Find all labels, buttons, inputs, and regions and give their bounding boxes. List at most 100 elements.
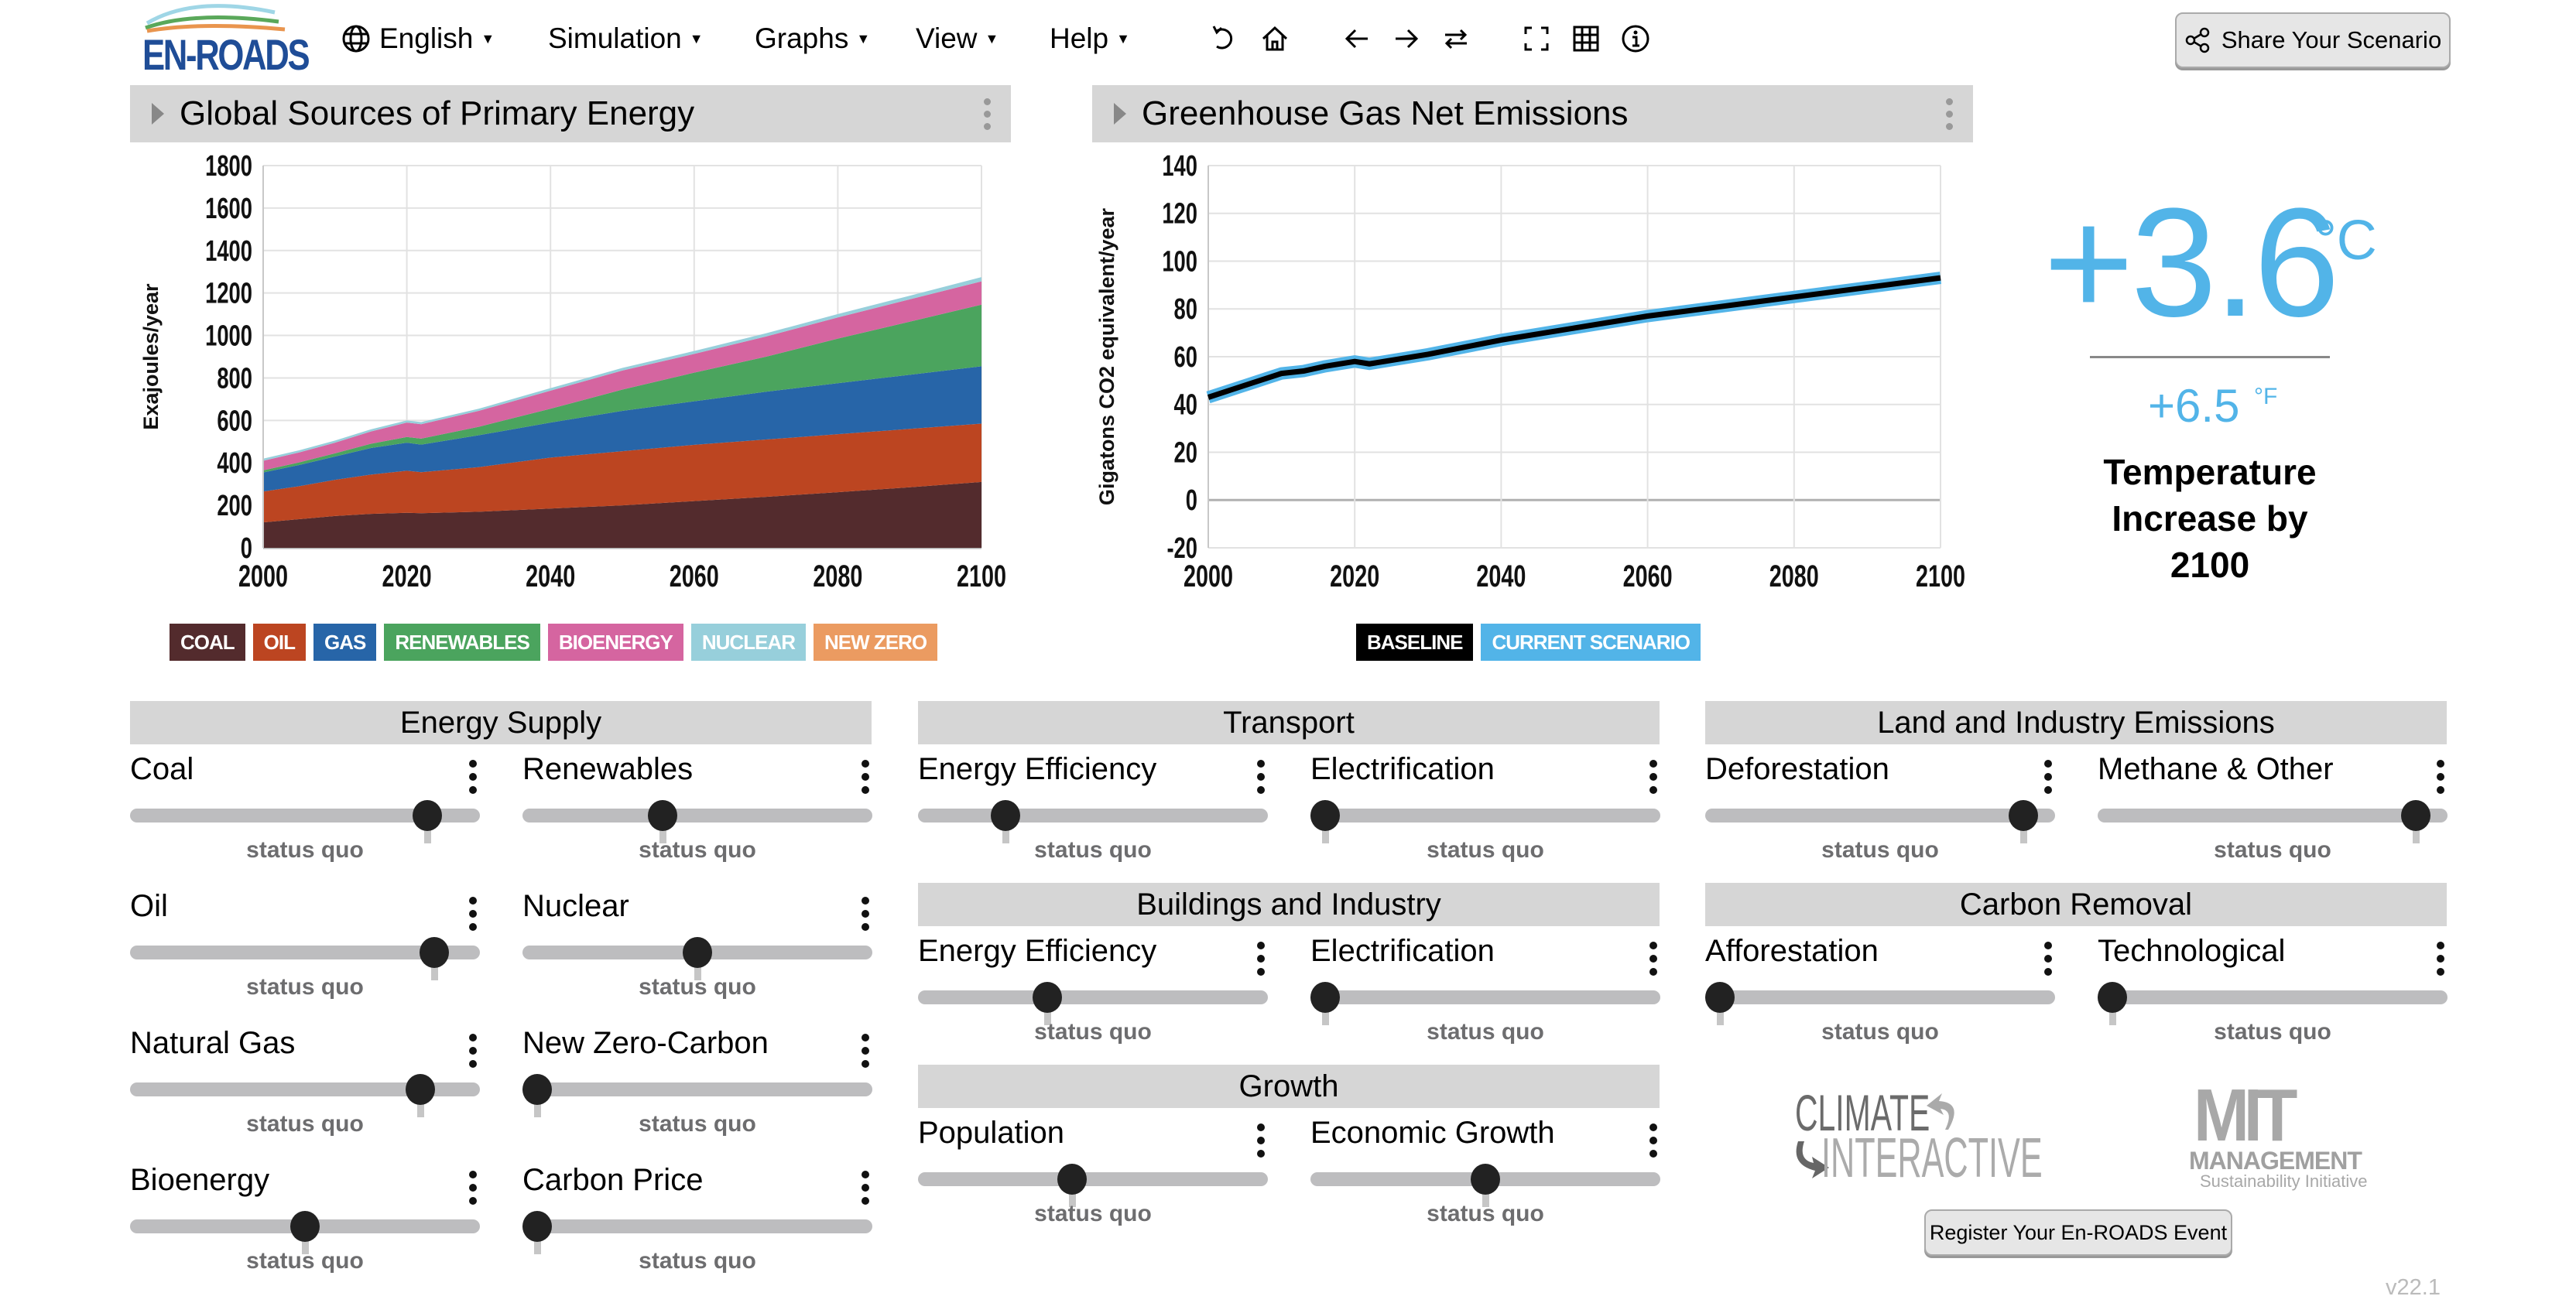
slider-menu-icon[interactable] [862,897,869,931]
fullscreen-button[interactable] [1517,17,1556,60]
slider-track[interactable] [918,809,1268,822]
energy-chart-header[interactable]: Global Sources of Primary Energy [130,85,1011,142]
slider-thumb[interactable] [413,800,443,831]
slider-thumb[interactable] [1471,1164,1500,1195]
slider-menu-icon[interactable] [2437,942,2444,976]
slider-menu-icon[interactable] [469,897,477,931]
menu-simulation[interactable]: Simulation ▼ [548,17,704,60]
share-scenario-button[interactable]: Share Your Scenario [2175,12,2451,68]
slider-label: Natural Gas [130,1026,296,1060]
slider-track[interactable] [2098,990,2448,1004]
slider-thumb[interactable] [2009,800,2039,831]
slider-thumb[interactable] [2098,982,2127,1013]
chart-menu-icon[interactable] [984,97,991,130]
slider-thumb[interactable] [1310,800,1340,831]
slider-status: status quo [1427,1019,1544,1045]
slider-track[interactable] [522,809,872,822]
en-roads-logo[interactable]: EN-ROADS [139,2,310,79]
home-button[interactable] [1255,17,1294,60]
slider-menu-icon[interactable] [1649,942,1657,976]
table-button[interactable] [1567,17,1605,60]
legend-current-scenario[interactable]: CURRENT SCENARIO [1481,624,1701,661]
undo-icon [1212,26,1233,50]
info-button[interactable] [1616,17,1655,60]
emissions-chart-header[interactable]: Greenhouse Gas Net Emissions [1092,85,1973,142]
slider-thumb[interactable] [290,1211,320,1242]
slider-thumb[interactable] [1310,982,1340,1013]
slider-menu-icon[interactable] [469,1034,477,1068]
slider-track[interactable] [1705,809,2055,822]
menu-help[interactable]: Help ▼ [1050,17,1130,60]
menu-graphs[interactable]: Graphs ▼ [755,17,870,60]
slider-thumb[interactable] [1057,1164,1087,1195]
undo-button[interactable] [1205,17,1244,60]
slider-menu-icon[interactable] [2437,760,2444,794]
slider-menu-icon[interactable] [2044,942,2052,976]
slider-track[interactable] [2098,809,2448,822]
legend-coal[interactable]: COAL [170,624,245,661]
slider-thumb[interactable] [991,800,1020,831]
slider-thumb[interactable] [420,937,450,968]
slider-track[interactable] [918,1172,1268,1186]
forward-arrow-icon [1396,29,1419,49]
y-tick-label: 1200 [205,277,252,310]
expand-triangle-icon[interactable] [152,103,164,125]
menu-graphs-label: Graphs [755,22,849,54]
slider-thumb[interactable] [2401,800,2431,831]
y-tick-label: 100 [1162,245,1197,278]
legend-new-zero[interactable]: NEW ZERO [813,624,938,661]
slider-thumb[interactable] [683,937,712,968]
expand-triangle-icon[interactable] [1114,103,1126,125]
slider-thumb[interactable] [522,1211,552,1242]
slider-track[interactable] [522,1219,872,1233]
slider-menu-icon[interactable] [1649,760,1657,794]
x-tick-label: 2040 [526,559,575,593]
slider-status: status quo [639,1248,756,1274]
slider-track[interactable] [918,990,1268,1004]
register-event-button[interactable]: Register Your En-ROADS Event [1924,1209,2232,1256]
slider-menu-icon[interactable] [1257,1123,1265,1158]
slider-menu-icon[interactable] [1257,760,1265,794]
slider-track[interactable] [1705,990,2055,1004]
slider-menu-icon[interactable] [469,1171,477,1205]
legend-baseline[interactable]: BASELINE [1356,624,1474,661]
y-tick-label: 80 [1174,293,1197,326]
menu-language[interactable]: English ▼ [341,17,495,60]
forward-button[interactable] [1387,17,1426,60]
slider-thumb[interactable] [522,1074,552,1105]
slider-status: status quo [246,1111,364,1137]
legend-renewables[interactable]: RENEWABLES [384,624,540,661]
y-tick-label: 1800 [205,150,252,183]
slider-menu-icon[interactable] [862,1171,869,1205]
slider-track[interactable] [1310,809,1660,822]
slider-thumb[interactable] [1705,982,1735,1013]
legend-bioenergy[interactable]: BIOENERGY [547,624,683,661]
slider-menu-icon[interactable] [862,1034,869,1068]
slider-menu-icon[interactable] [862,760,869,794]
slider-track[interactable] [522,1082,872,1096]
slider-menu-icon[interactable] [2044,760,2052,794]
x-tick-label: 2100 [957,559,1006,593]
legend-oil[interactable]: OIL [252,624,307,661]
legend-gas[interactable]: GAS [313,624,377,661]
slider-label: Population [918,1116,1065,1150]
y-tick-label: 1000 [205,320,252,352]
slider-label: Electrification [1310,934,1495,968]
slider-menu-icon[interactable] [469,760,477,794]
slider-energy-efficiency: Energy Efficiency status quo [918,752,1268,868]
back-button[interactable] [1338,17,1376,60]
climate-interactive-logo[interactable]: CLIMATE INTERACTIVE [1784,1087,2043,1188]
slider-menu-icon[interactable] [1649,1123,1657,1158]
compare-button[interactable] [1437,17,1475,60]
chart-menu-icon[interactable] [1946,97,1953,130]
slider-label: Nuclear [522,889,629,923]
mit-management-logo[interactable]: MIT MANAGEMENT Sustainability Initiative [2189,1079,2375,1192]
slider-track[interactable] [1310,990,1660,1004]
slider-thumb[interactable] [647,800,677,831]
slider-thumb[interactable] [406,1074,436,1105]
menu-view[interactable]: View ▼ [916,17,999,60]
celsius-unit: °C [2314,210,2377,272]
legend-nuclear[interactable]: NUCLEAR [690,624,806,661]
slider-menu-icon[interactable] [1257,942,1265,976]
slider-thumb[interactable] [1033,982,1063,1013]
